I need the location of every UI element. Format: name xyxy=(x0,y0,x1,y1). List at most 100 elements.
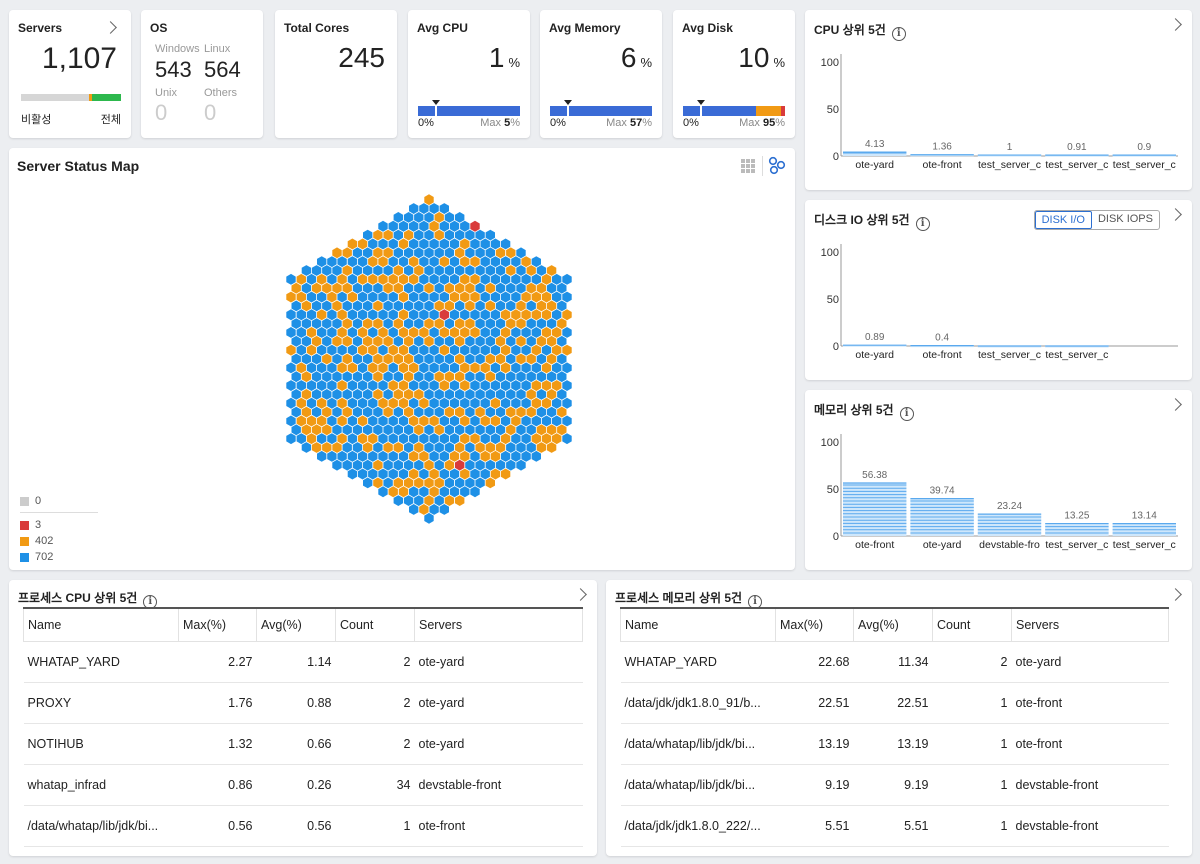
server-hex-cell[interactable] xyxy=(373,282,383,294)
server-hex-cell[interactable] xyxy=(373,229,383,241)
server-hex-cell[interactable] xyxy=(286,344,296,356)
server-hex-cell[interactable] xyxy=(429,327,439,338)
server-hex-cell[interactable] xyxy=(403,424,414,436)
server-hex-cell[interactable] xyxy=(409,309,419,321)
server-hex-cell[interactable] xyxy=(393,424,403,436)
server-hex-cell[interactable] xyxy=(363,442,373,453)
server-hex-cell[interactable] xyxy=(460,291,470,303)
server-hex-cell[interactable] xyxy=(500,468,511,480)
server-hex-cell[interactable] xyxy=(557,424,567,436)
server-hex-cell[interactable] xyxy=(552,309,562,321)
server-hex-cell[interactable] xyxy=(449,344,460,356)
server-hex-cell[interactable] xyxy=(429,273,439,285)
server-hex-cell[interactable] xyxy=(409,380,419,391)
server-hex-cell[interactable] xyxy=(434,282,444,294)
server-hex-cell[interactable] xyxy=(291,353,301,365)
server-hex-cell[interactable] xyxy=(439,220,449,232)
server-hex-cell[interactable] xyxy=(317,344,327,356)
process-cpu-chevron-icon[interactable] xyxy=(574,588,587,601)
server-hex-cell[interactable] xyxy=(368,344,378,356)
server-hex-cell[interactable] xyxy=(347,450,358,462)
server-hex-cell[interactable] xyxy=(301,406,312,418)
server-hex-cell[interactable] xyxy=(546,371,557,383)
server-hex-cell[interactable] xyxy=(363,353,373,365)
server-hex-cell[interactable] xyxy=(347,273,358,285)
server-hex-cell[interactable] xyxy=(301,424,312,436)
server-hex-cell[interactable] xyxy=(347,468,358,480)
server-hex-cell[interactable] xyxy=(495,406,506,418)
server-hex-cell[interactable] xyxy=(526,389,536,400)
server-hex-cell[interactable] xyxy=(368,362,378,374)
server-hex-cell[interactable] xyxy=(398,238,409,250)
server-hex-cell[interactable] xyxy=(449,238,460,250)
server-hex-cell[interactable] xyxy=(470,486,480,498)
server-hex-cell[interactable] xyxy=(363,265,373,276)
server-hex-cell[interactable] xyxy=(373,389,383,400)
server-hex-cell[interactable] xyxy=(383,229,393,241)
server-hex-cell[interactable] xyxy=(475,442,485,453)
server-hex-cell[interactable] xyxy=(363,459,373,471)
server-hex-cell[interactable] xyxy=(562,380,572,391)
server-hex-cell[interactable] xyxy=(475,406,485,418)
server-hex-cell[interactable] xyxy=(511,380,521,391)
server-hex-cell[interactable] xyxy=(511,397,521,409)
server-hex-cell[interactable] xyxy=(470,468,480,480)
server-hex-cell[interactable] xyxy=(409,256,419,268)
server-hex-cell[interactable] xyxy=(342,300,352,312)
server-hex-cell[interactable] xyxy=(470,433,480,445)
server-hex-cell[interactable] xyxy=(296,291,306,303)
server-hex-cell[interactable] xyxy=(322,353,332,365)
server-hex-cell[interactable] xyxy=(531,415,541,427)
server-hex-cell[interactable] xyxy=(378,309,388,321)
server-hex-cell[interactable] xyxy=(546,282,557,294)
server-hex-cell[interactable] xyxy=(306,291,317,303)
server-hex-cell[interactable] xyxy=(546,335,557,347)
server-hex-cell[interactable] xyxy=(500,327,511,338)
server-hex-cell[interactable] xyxy=(383,335,393,347)
server-hex-cell[interactable] xyxy=(393,406,403,418)
server-hex-cell[interactable] xyxy=(531,362,541,374)
server-hex-cell[interactable] xyxy=(378,397,388,409)
server-hex-cell[interactable] xyxy=(485,318,495,329)
server-hex-cell[interactable] xyxy=(311,282,322,294)
server-hex-cell[interactable] xyxy=(291,318,301,329)
server-hex-cell[interactable] xyxy=(322,335,332,347)
server-hex-cell[interactable] xyxy=(465,371,475,383)
server-hex-cell[interactable] xyxy=(378,380,388,391)
server-hex-cell[interactable] xyxy=(485,282,495,294)
server-hex-cell[interactable] xyxy=(444,212,455,223)
server-hex-cell[interactable] xyxy=(424,300,434,312)
server-hex-cell[interactable] xyxy=(383,353,393,365)
server-hex-cell[interactable] xyxy=(414,335,424,347)
server-hex-cell[interactable] xyxy=(403,495,414,506)
process-memory-chevron-icon[interactable] xyxy=(1169,588,1182,601)
server-hex-cell[interactable] xyxy=(541,380,552,391)
server-hex-cell[interactable] xyxy=(419,380,429,391)
server-hex-cell[interactable] xyxy=(357,327,368,338)
server-hex-cell[interactable] xyxy=(541,344,552,356)
server-hex-cell[interactable] xyxy=(296,344,306,356)
server-hex-cell[interactable] xyxy=(490,450,501,462)
server-hex-cell[interactable] xyxy=(449,327,460,338)
server-hex-cell[interactable] xyxy=(414,318,424,329)
server-hex-cell[interactable] xyxy=(541,291,552,303)
server-hex-cell[interactable] xyxy=(495,371,506,383)
server-hex-cell[interactable] xyxy=(327,415,337,427)
server-hex-cell[interactable] xyxy=(342,282,352,294)
table-row[interactable]: /data/jdk/jdk1.8.0_91/b... 22.51 22.51 1 ote… xyxy=(620,682,1169,724)
server-hex-cell[interactable] xyxy=(439,450,449,462)
server-hex-cell[interactable] xyxy=(552,273,562,285)
server-hex-cell[interactable] xyxy=(337,291,347,303)
server-hex-cell[interactable] xyxy=(465,406,475,418)
server-hex-cell[interactable] xyxy=(495,247,506,259)
server-hex-cell[interactable] xyxy=(363,335,373,347)
server-hex-cell[interactable] xyxy=(511,433,521,445)
server-hex-cell[interactable] xyxy=(383,318,393,329)
server-hex-cell[interactable] xyxy=(500,380,511,391)
server-hex-cell[interactable] xyxy=(429,468,439,480)
server-hex-cell[interactable] xyxy=(546,442,557,453)
server-hex-cell[interactable] xyxy=(393,335,403,347)
server-hex-cell[interactable] xyxy=(455,300,465,312)
server-hex-cell[interactable] xyxy=(393,477,403,489)
server-hex-cell[interactable] xyxy=(347,327,358,338)
